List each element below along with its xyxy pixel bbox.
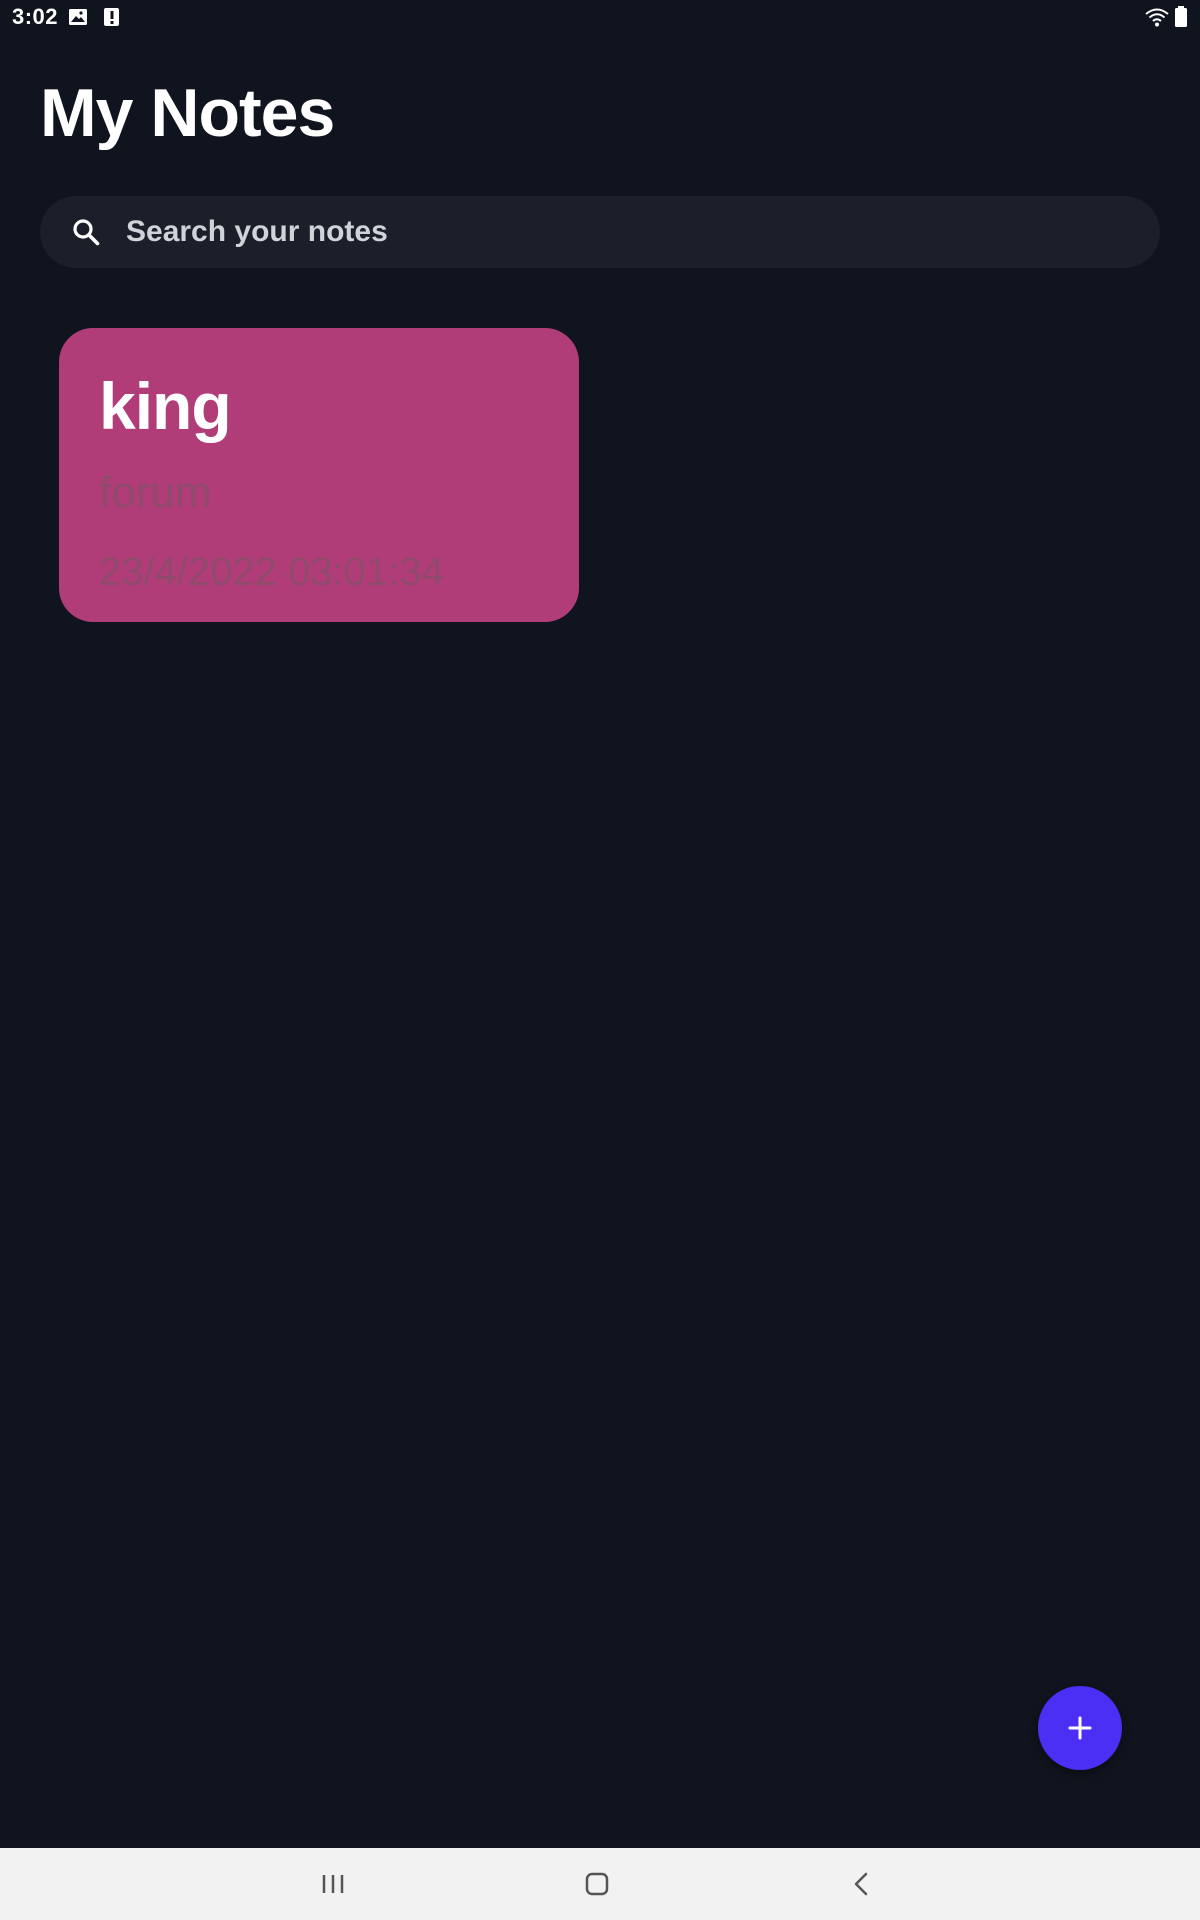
- battery-icon: [1174, 6, 1188, 33]
- status-bar: 3:02: [0, 0, 1200, 36]
- note-title: king: [99, 369, 232, 443]
- search-bar[interactable]: [40, 196, 1160, 268]
- page-title: My Notes: [40, 75, 335, 151]
- add-note-button[interactable]: [1038, 1686, 1122, 1770]
- back-button[interactable]: [801, 1848, 921, 1920]
- home-button[interactable]: [537, 1848, 657, 1920]
- note-card[interactable]: king forum 23/4/2022 03:01:34: [59, 328, 579, 622]
- wifi-icon: [1144, 6, 1170, 33]
- note-subtitle: forum: [99, 468, 212, 517]
- note-date: 23/4/2022 03:01:34: [99, 550, 444, 594]
- alert-icon: [103, 7, 121, 32]
- search-input[interactable]: [122, 196, 1126, 268]
- recents-button[interactable]: [273, 1848, 393, 1920]
- search-icon: [72, 218, 100, 246]
- gallery-icon: [68, 7, 88, 32]
- status-time: 3:02: [12, 4, 59, 29]
- navigation-bar: [0, 1848, 1200, 1920]
